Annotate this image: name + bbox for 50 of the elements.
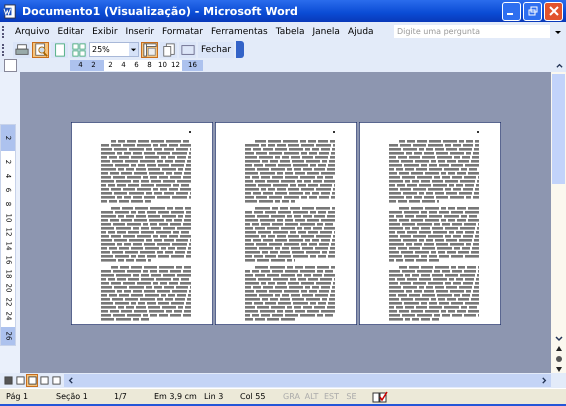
menu-item[interactable]: Ajuda (344, 26, 378, 36)
menu-item[interactable]: Editar (53, 26, 88, 36)
shrink-to-fit-button[interactable] (160, 42, 177, 58)
menu-item[interactable]: Janela (308, 26, 344, 36)
menu-item[interactable]: Ferramentas (206, 26, 272, 36)
view-ruler-button[interactable] (141, 42, 158, 58)
tab-selector-button[interactable] (4, 58, 17, 72)
status-field: Em 3,9 cm (148, 392, 198, 401)
word-document-icon (3, 4, 18, 18)
status-field: Lin 3 (198, 392, 234, 401)
vertical-scrollbar[interactable] (551, 72, 566, 373)
status-field: Seção 1 (50, 392, 108, 401)
help-search-field[interactable]: Digite uma pergunta (394, 25, 550, 38)
print-button[interactable] (13, 42, 30, 58)
toolbar-options-button[interactable] (236, 41, 244, 58)
menu-item[interactable]: Inserir (122, 26, 158, 36)
horizontal-scrollbar[interactable] (64, 374, 551, 387)
minimize-icon (506, 13, 512, 15)
full-screen-button[interactable] (179, 42, 196, 58)
status-field: 1/7 (108, 392, 148, 401)
reading-view-button[interactable] (50, 374, 62, 387)
chevron-down-icon[interactable] (554, 335, 564, 343)
close-preview-button[interactable]: Fechar (198, 42, 234, 58)
status-field: Col 55 (234, 392, 280, 401)
restore-icon (528, 6, 538, 16)
menu-item[interactable]: Exibir (88, 26, 122, 36)
menu-item[interactable]: Tabela (272, 26, 309, 36)
previous-page-icon[interactable] (554, 345, 564, 353)
multiple-pages-button[interactable] (70, 42, 87, 58)
web-view-button[interactable] (14, 374, 26, 387)
one-page-button[interactable] (51, 42, 68, 58)
minimize-button[interactable] (502, 2, 521, 20)
spelling-book-icon[interactable] (372, 390, 388, 402)
print-layout-button[interactable] (26, 374, 38, 387)
status-field: Pág 1 (0, 392, 50, 401)
browse-object-icon[interactable] (554, 355, 564, 363)
chevron-up-icon (556, 62, 562, 68)
zoom-dropdown[interactable]: 25% (89, 42, 139, 57)
menu-item[interactable]: Arquivo (11, 26, 54, 36)
normal-view-button[interactable] (2, 374, 14, 387)
restore-button[interactable] (523, 2, 542, 20)
outline-view-button[interactable] (38, 374, 50, 387)
dropdown-arrow-icon (130, 46, 137, 53)
chevron-left-icon[interactable] (67, 377, 74, 384)
window-title: Documento1 (Visualização) - Microsoft Word (22, 4, 299, 18)
close-button[interactable] (544, 2, 563, 20)
menu-item[interactable]: Formatar (158, 26, 207, 36)
magnifier-button[interactable] (32, 42, 49, 58)
close-icon (548, 6, 558, 16)
chevron-right-icon[interactable] (541, 377, 548, 384)
